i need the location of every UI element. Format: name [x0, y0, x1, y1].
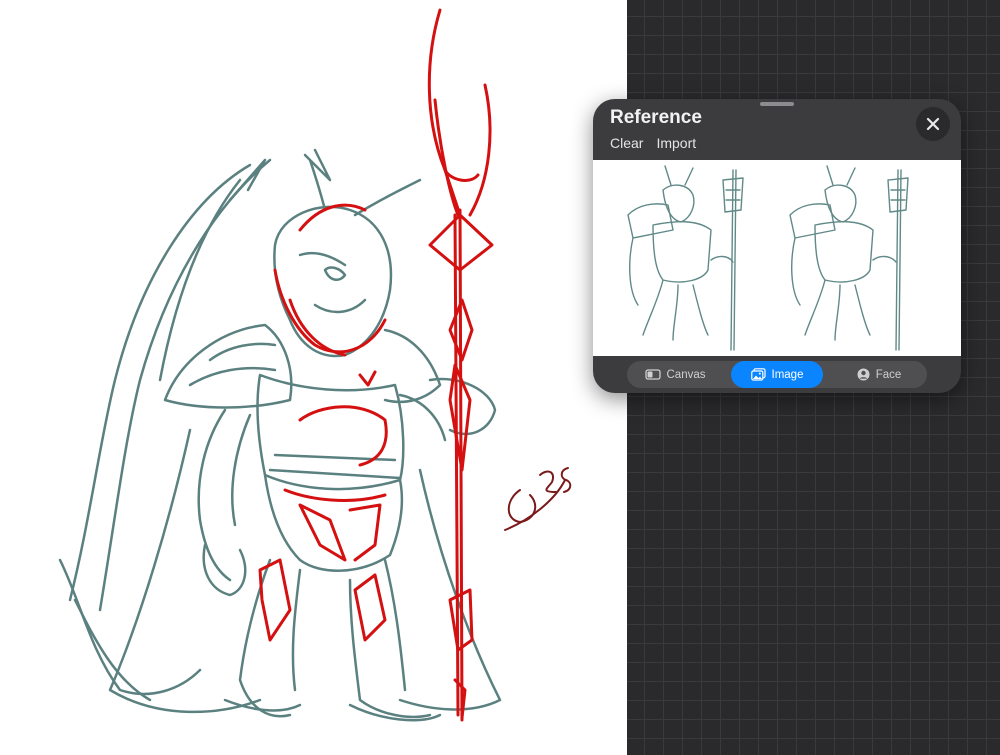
close-icon: [926, 117, 940, 131]
reference-mode-switcher: Canvas Image Face: [627, 361, 927, 388]
image-icon: [750, 368, 766, 381]
face-icon: [857, 368, 870, 381]
artist-signature: [504, 467, 572, 531]
tab-face[interactable]: Face: [831, 361, 927, 388]
drawing-canvas[interactable]: [0, 0, 627, 755]
panel-title: Reference: [610, 107, 702, 128]
reference-sketch-thumbnail: [627, 165, 909, 351]
tab-image-label: Image: [771, 368, 804, 381]
knight-sketch-illustration: [58, 8, 572, 722]
panel-drag-handle[interactable]: [760, 102, 794, 106]
import-button[interactable]: Import: [656, 135, 696, 151]
close-button[interactable]: [916, 107, 950, 141]
reference-actions: Clear Import: [610, 135, 696, 151]
canvas-icon: [644, 369, 661, 380]
tab-canvas[interactable]: Canvas: [627, 361, 723, 388]
reference-image: [593, 160, 961, 356]
clear-button[interactable]: Clear: [610, 135, 643, 151]
tab-canvas-label: Canvas: [666, 368, 706, 381]
tab-face-label: Face: [875, 368, 902, 381]
tab-image[interactable]: Image: [731, 361, 823, 388]
reference-panel: Reference Clear Import Canvas Image Face: [593, 99, 961, 393]
